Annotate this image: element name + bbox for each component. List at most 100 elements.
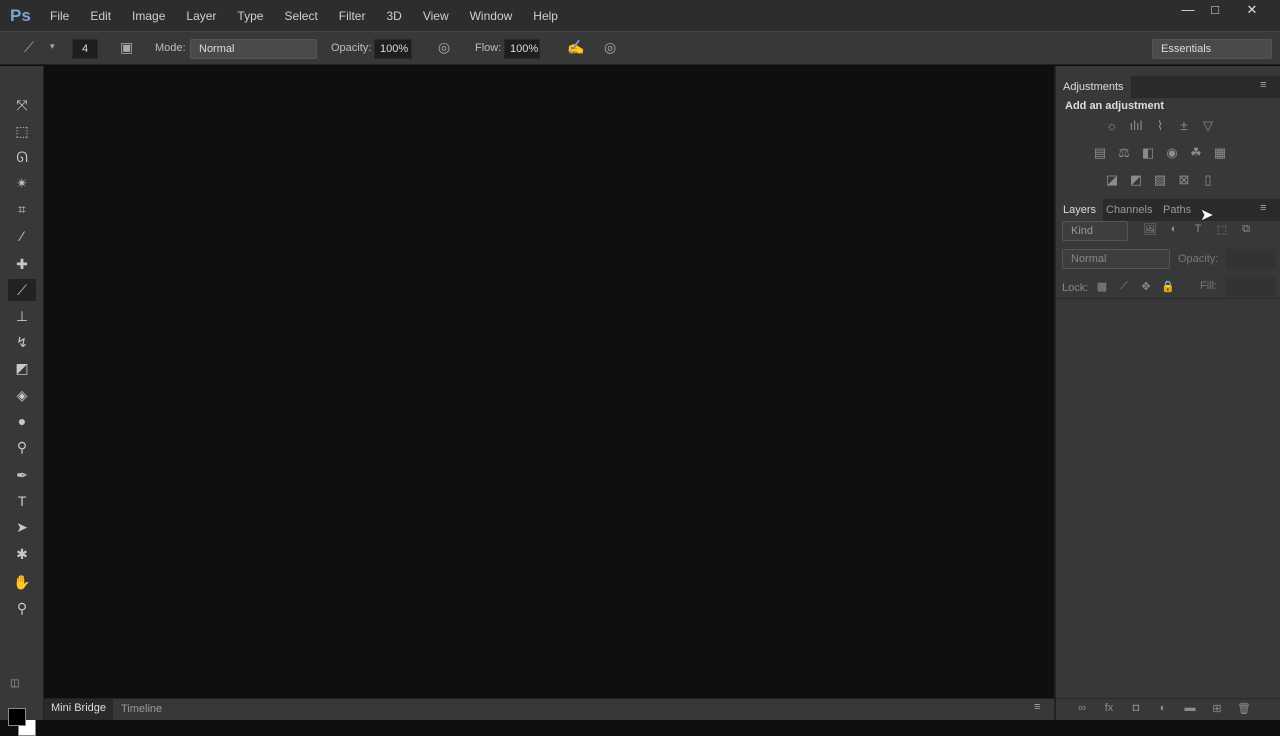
lock-icon[interactable]: ⟋ xyxy=(1114,280,1134,293)
tab-layers[interactable]: Layers xyxy=(1056,199,1104,221)
adjustment-icon[interactable]: ▽ xyxy=(1198,118,1218,134)
opacity-field[interactable]: 100% xyxy=(374,39,412,59)
fill-label: Fill: xyxy=(1200,280,1218,292)
mode-select[interactable]: Normal xyxy=(190,39,317,59)
tab-mini-bridge[interactable]: Mini Bridge xyxy=(44,699,114,720)
adjustment-icon[interactable]: ▦ xyxy=(1210,145,1230,161)
filter-kind-select[interactable]: Kind xyxy=(1062,221,1128,241)
paint-bucket-tool[interactable]: ◈ xyxy=(8,384,36,406)
pen-tool[interactable]: ✒ xyxy=(8,464,36,486)
lock-icon[interactable]: ✥ xyxy=(1136,280,1156,293)
adjustment-icon[interactable]: ▯ xyxy=(1198,172,1218,188)
path-selection-tool[interactable]: ➤ xyxy=(8,516,36,538)
close-button[interactable]: ✕ xyxy=(1240,2,1264,18)
panel-menu-icon[interactable]: ≡ xyxy=(1260,202,1266,214)
shape-tool[interactable]: ✱ xyxy=(8,543,36,565)
bottom-panel-bar: Mini Bridge Timeline ≡ xyxy=(44,698,1054,720)
lock-icon[interactable]: ▩ xyxy=(1092,280,1112,293)
flow-label: Flow: xyxy=(475,42,502,54)
adjustment-icon[interactable]: ◧ xyxy=(1138,145,1158,161)
menu-window[interactable]: Window xyxy=(470,9,513,23)
canvas-area[interactable] xyxy=(44,66,1054,698)
menu-layer[interactable]: Layer xyxy=(186,9,216,23)
footer-icon[interactable]: ◘ xyxy=(1126,702,1146,714)
lock-icon[interactable]: 🔒 xyxy=(1158,280,1178,293)
layers-list[interactable] xyxy=(1056,298,1280,698)
filter-icon[interactable]: ◐ xyxy=(1164,223,1184,235)
lock-label: Lock: xyxy=(1062,282,1089,294)
dodge-tool[interactable]: ⚲ xyxy=(8,436,36,458)
tab-channels[interactable]: Channels xyxy=(1099,199,1159,221)
footer-icon[interactable]: ∞ xyxy=(1072,702,1092,714)
menu-help[interactable]: Help xyxy=(533,9,558,23)
hand-tool[interactable]: ✋ xyxy=(8,571,36,593)
filter-icon[interactable]: ⧉ xyxy=(1236,223,1256,236)
panel-menu-icon[interactable]: ≡ xyxy=(1034,701,1040,713)
menu-select[interactable]: Select xyxy=(284,9,317,23)
menu-filter[interactable]: Filter xyxy=(339,9,366,23)
footer-icon[interactable]: ◐ xyxy=(1153,702,1173,714)
tools-panel: ⤧ ⬚ ᘏ ✴ ⌗ ⁄ ✚ ⟋ ⊥ ↯ ◩ ◈ ● ⚲ ✒ T ➤ ✱ ✋ ⚲ ◫ xyxy=(0,66,44,736)
foreground-color-swatch[interactable] xyxy=(8,708,26,726)
pressure-opacity-icon[interactable]: ◎ xyxy=(438,39,450,56)
adjustment-icon[interactable]: ⊠ xyxy=(1174,172,1194,188)
clone-stamp-tool[interactable]: ⊥ xyxy=(8,305,36,327)
lasso-tool[interactable]: ᘏ xyxy=(8,146,36,168)
adjustment-icon[interactable]: ▤ xyxy=(1090,145,1110,161)
adjustment-icon[interactable]: ▨ xyxy=(1150,172,1170,188)
blur-tool[interactable]: ● xyxy=(8,410,36,432)
footer-icon[interactable]: ▬ xyxy=(1180,702,1200,714)
fill-field[interactable] xyxy=(1226,277,1276,297)
airbrush-icon[interactable]: ✍ xyxy=(567,39,584,56)
crop-tool[interactable]: ⌗ xyxy=(8,198,36,220)
tab-timeline[interactable]: Timeline xyxy=(121,703,162,715)
panel-menu-icon[interactable]: ≡ xyxy=(1260,79,1266,91)
blend-mode-select[interactable]: Normal xyxy=(1062,249,1170,269)
footer-icon[interactable]: ⊞ xyxy=(1207,702,1227,715)
quick-mask-icon[interactable]: ◫ xyxy=(10,678,19,689)
menu-file[interactable]: File xyxy=(50,9,69,23)
brush-preset-icon[interactable]: ⟋ xyxy=(24,39,34,56)
adjustment-icon[interactable]: ⚖ xyxy=(1114,145,1134,161)
menu-3d[interactable]: 3D xyxy=(386,9,401,23)
opacity-label: Opacity: xyxy=(331,42,372,54)
marquee-tool[interactable]: ⬚ xyxy=(8,120,36,142)
flow-field[interactable]: 100% xyxy=(504,39,540,59)
zoom-tool[interactable]: ⚲ xyxy=(8,597,36,619)
healing-brush-tool[interactable]: ✚ xyxy=(8,253,36,275)
minimize-button[interactable]: — xyxy=(1176,2,1200,17)
workspace-select[interactable]: Essentials xyxy=(1152,39,1272,59)
layer-opacity-field[interactable] xyxy=(1226,249,1276,269)
pressure-size-icon[interactable]: ◎ xyxy=(604,39,616,56)
tab-adjustments[interactable]: Adjustments xyxy=(1056,76,1131,98)
eyedropper-tool[interactable]: ⁄ xyxy=(8,225,36,247)
adjustment-icon[interactable]: ◪ xyxy=(1102,172,1122,188)
chevron-down-icon[interactable]: ▾ xyxy=(50,41,55,52)
move-tool[interactable]: ⤧ xyxy=(8,94,36,116)
adjustment-icon[interactable]: ◩ xyxy=(1126,172,1146,188)
adjustment-icon[interactable]: ılıl xyxy=(1126,118,1146,133)
menu-view[interactable]: View xyxy=(423,9,449,23)
filter-icon[interactable]: 🖼 xyxy=(1140,223,1160,236)
brush-tool[interactable]: ⟋ xyxy=(8,279,36,301)
adjustment-icon[interactable]: ⌇ xyxy=(1150,118,1170,134)
menu-edit[interactable]: Edit xyxy=(90,9,111,23)
adjustment-icon[interactable]: ± xyxy=(1174,118,1194,133)
tab-paths[interactable]: Paths xyxy=(1156,199,1198,221)
maximize-button[interactable]: □ xyxy=(1203,2,1227,17)
history-brush-tool[interactable]: ↯ xyxy=(8,331,36,353)
footer-icon[interactable]: 🗑 xyxy=(1234,702,1254,715)
adjustments-heading: Add an adjustment xyxy=(1065,100,1165,112)
filter-icon[interactable]: ⬚ xyxy=(1212,223,1232,236)
adjustment-icon[interactable]: ◉ xyxy=(1162,145,1182,161)
eraser-tool[interactable]: ◩ xyxy=(8,357,36,379)
type-tool[interactable]: T xyxy=(8,490,36,512)
footer-icon[interactable]: fx xyxy=(1099,702,1119,714)
menu-image[interactable]: Image xyxy=(132,9,165,23)
brush-size-field[interactable]: 4 xyxy=(72,39,98,59)
adjustment-icon[interactable]: ☼ xyxy=(1102,118,1122,133)
adjustment-icon[interactable]: ☘ xyxy=(1186,145,1206,161)
brush-panel-icon[interactable]: ▣ xyxy=(120,39,133,56)
magic-wand-tool[interactable]: ✴ xyxy=(8,172,36,194)
menu-type[interactable]: Type xyxy=(237,9,263,23)
